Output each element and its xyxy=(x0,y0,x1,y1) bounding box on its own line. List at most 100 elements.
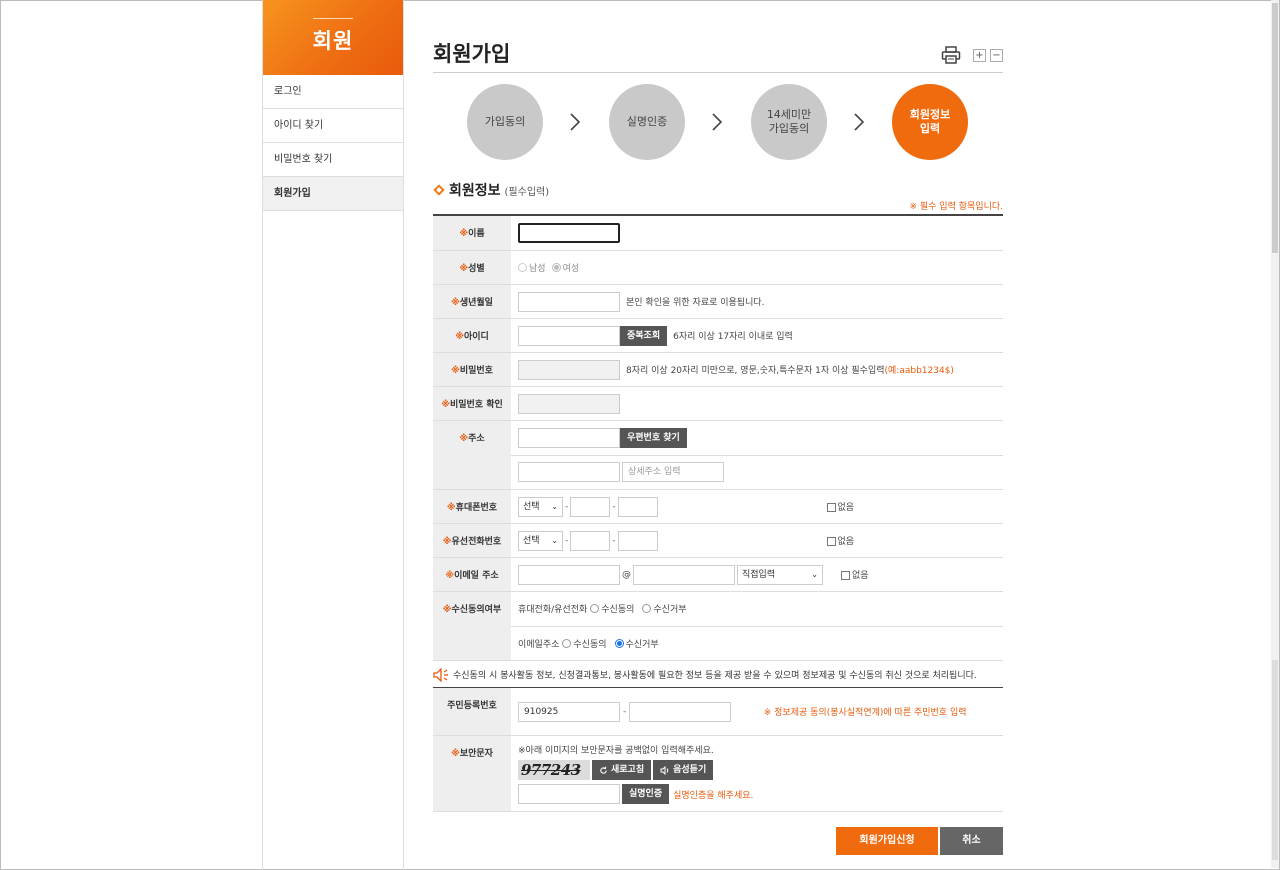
consent-email-reject-label: 수신거부 xyxy=(625,639,659,650)
label-address: ※주소 xyxy=(433,421,511,489)
consent-notice: 수신동의 시 봉사활동 정보, 신청결과통보, 봉사활동에 필요한 정보 등을 … xyxy=(433,662,1003,688)
mobile-middle-input[interactable] xyxy=(570,496,611,517)
phone-none-label: 없음 xyxy=(837,537,855,547)
mobile-last-input[interactable] xyxy=(617,496,658,517)
zipcode-input[interactable] xyxy=(518,427,620,448)
chevron-right-icon xyxy=(570,113,581,131)
phone-middle-input[interactable] xyxy=(570,530,611,551)
email-domain-input[interactable] xyxy=(633,564,735,585)
password-input[interactable] xyxy=(518,359,620,380)
userid-help: 6자리 이상 17자리 이내로 입력 xyxy=(673,332,793,342)
captcha-refresh-button[interactable]: 새로고침 xyxy=(592,760,652,780)
step-agreement: 가입동의 xyxy=(467,84,543,160)
mobile-none-checkbox[interactable] xyxy=(826,503,836,512)
title-divider xyxy=(433,72,1003,73)
row-password-confirm: ※비밀번호 확인 xyxy=(433,387,1003,421)
sidebar-item-login[interactable]: 로그인 xyxy=(263,75,403,109)
rrn-back-input[interactable] xyxy=(629,701,732,722)
label-phone: ※유선전화번호 xyxy=(433,524,511,557)
email-domain-select[interactable]: 직접입력 ⌄ xyxy=(737,564,823,585)
gender-female-label: 여성 xyxy=(562,264,580,274)
row-mobile: ※휴대폰번호 선택 ⌄ - - 없음 xyxy=(433,490,1003,524)
cancel-button[interactable]: 취소 xyxy=(940,827,1003,855)
consent-phone-label: 휴대전화/유선전화 xyxy=(518,605,588,616)
sidebar-header: 회원 xyxy=(263,0,403,75)
sidebar-title: 회원 xyxy=(312,29,354,53)
row-name: ※이름 xyxy=(433,216,1003,251)
identity-verify-note: 실명인증을 해주세요. xyxy=(673,790,754,801)
email-none-checkbox[interactable] xyxy=(841,571,850,580)
section-title: 회원정보 (필수입력) xyxy=(433,180,549,200)
label-gender: ※성별 xyxy=(433,251,511,284)
speaker-icon xyxy=(433,667,448,682)
label-mobile: ※휴대폰번호 xyxy=(433,490,511,523)
row-captcha: ※보안문자 ※아래 이미지의 보안문자를 공백없이 입력해주세요. 977243… xyxy=(433,736,1003,812)
step-identity-verification: 실명인증 xyxy=(609,84,685,160)
step-under14-consent: 14세미만 가입동의 xyxy=(751,84,827,160)
sidebar-item-signup[interactable]: 회원가입 xyxy=(263,177,403,211)
required-note: ※ 필수 입력 항목입니다. xyxy=(909,202,1003,212)
row-birth: ※생년월일 본인 확인을 위한 자료로 이용됩니다. xyxy=(433,285,1003,319)
label-birth: ※생년월일 xyxy=(433,285,511,318)
gender-female-radio[interactable] xyxy=(551,263,561,272)
row-address: ※주소 우편번호 찾기 상세주소 입력 xyxy=(433,421,1003,490)
consent-email-agree-radio[interactable] xyxy=(562,638,572,648)
member-form-extra: 주민등록번호 910925 - ※ 정보제공 동의(봉사실적연계)에 따른 주민… xyxy=(433,688,1003,812)
label-userid: ※아이디 xyxy=(433,319,511,352)
consent-email-label: 이메일주소 xyxy=(518,639,560,650)
row-gender: ※성별 남성 여성 xyxy=(433,251,1003,285)
sidebar-item-find-id[interactable]: 아이디 찾기 xyxy=(263,109,403,143)
consent-phone-reject-radio[interactable] xyxy=(642,604,652,614)
consent-email-agree-label: 수신동의 xyxy=(573,639,607,650)
label-name: ※이름 xyxy=(433,216,511,250)
captcha-audio-button[interactable]: 음성듣기 xyxy=(653,760,714,780)
signup-submit-button[interactable]: 회원가입신청 xyxy=(836,827,938,855)
page-title: 회원가입 xyxy=(433,42,511,66)
page-tools: + − xyxy=(941,46,1003,64)
phone-none-checkbox[interactable] xyxy=(826,537,836,546)
section-title-text: 회원정보 xyxy=(449,183,501,199)
consent-email-reject-radio[interactable] xyxy=(614,638,624,648)
gender-male-radio[interactable] xyxy=(518,263,527,272)
check-duplicate-button[interactable]: 중복조회 xyxy=(620,325,668,346)
row-phone: ※유선전화번호 선택 ⌄ - - 없음 xyxy=(433,524,1003,558)
identity-verify-button[interactable]: 실명인증 xyxy=(622,784,670,804)
page-scrollbar[interactable] xyxy=(1271,0,1279,868)
chevron-down-icon: ⌄ xyxy=(551,535,558,545)
password-confirm-input[interactable] xyxy=(518,393,620,414)
rrn-front-input[interactable]: 910925 xyxy=(518,701,620,722)
label-consent: ※수신동의여부 xyxy=(433,592,511,660)
gender-male-label: 남성 xyxy=(529,264,546,274)
rrn-note: ※ 정보제공 동의(봉사실적연계)에 따른 주민번호 입력 xyxy=(763,708,967,718)
signup-steps: 가입동의 실명인증 14세미만 가입동의 회원정보 입력 xyxy=(433,84,1003,160)
sidebar-item-find-password[interactable]: 비밀번호 찾기 xyxy=(263,143,403,177)
phone-prefix-select[interactable]: 선택 ⌄ xyxy=(518,530,563,551)
find-zipcode-button[interactable]: 우편번호 찾기 xyxy=(620,427,687,448)
consent-phone-reject-label: 수신거부 xyxy=(653,605,687,616)
consent-notice-text: 수신동의 시 봉사활동 정보, 신청결과통보, 봉사활동에 필요한 정보 등을 … xyxy=(453,671,977,681)
chevron-right-icon xyxy=(854,113,865,131)
section-subtitle: (필수입력) xyxy=(504,187,550,198)
row-rrn: 주민등록번호 910925 - ※ 정보제공 동의(봉사실적연계)에 따른 주민… xyxy=(433,688,1003,736)
consent-phone-agree-radio[interactable] xyxy=(590,604,600,614)
email-id-input[interactable] xyxy=(518,564,620,585)
address-detail-input[interactable]: 상세주소 입력 xyxy=(622,462,724,483)
form-actions: 회원가입신청 취소 xyxy=(836,827,1003,855)
row-consent: ※수신동의여부 휴대전화/유선전화 수신동의 수신거부 이메일주소 수신동의 수… xyxy=(433,592,1003,661)
zoom-out-icon[interactable]: − xyxy=(990,48,1003,62)
mobile-prefix-select[interactable]: 선택 ⌄ xyxy=(518,496,563,517)
row-password: ※비밀번호 8자리 이상 20자리 미만으로, 영문,숫자,특수문자 1자 이상… xyxy=(433,353,1003,387)
scrollbar-thumb[interactable] xyxy=(1272,3,1278,253)
print-icon[interactable] xyxy=(941,46,961,64)
userid-input[interactable] xyxy=(518,325,620,346)
zoom-in-icon[interactable]: + xyxy=(973,48,986,62)
address-input[interactable] xyxy=(518,462,620,483)
chevron-right-icon xyxy=(712,113,723,131)
name-input[interactable] xyxy=(518,223,620,243)
birth-input[interactable] xyxy=(518,291,620,312)
label-password: ※비밀번호 xyxy=(433,353,511,386)
phone-last-input[interactable] xyxy=(617,530,658,551)
diamond-bullet-icon xyxy=(433,184,445,196)
label-captcha: ※보안문자 xyxy=(433,736,511,811)
captcha-input[interactable] xyxy=(518,784,620,804)
